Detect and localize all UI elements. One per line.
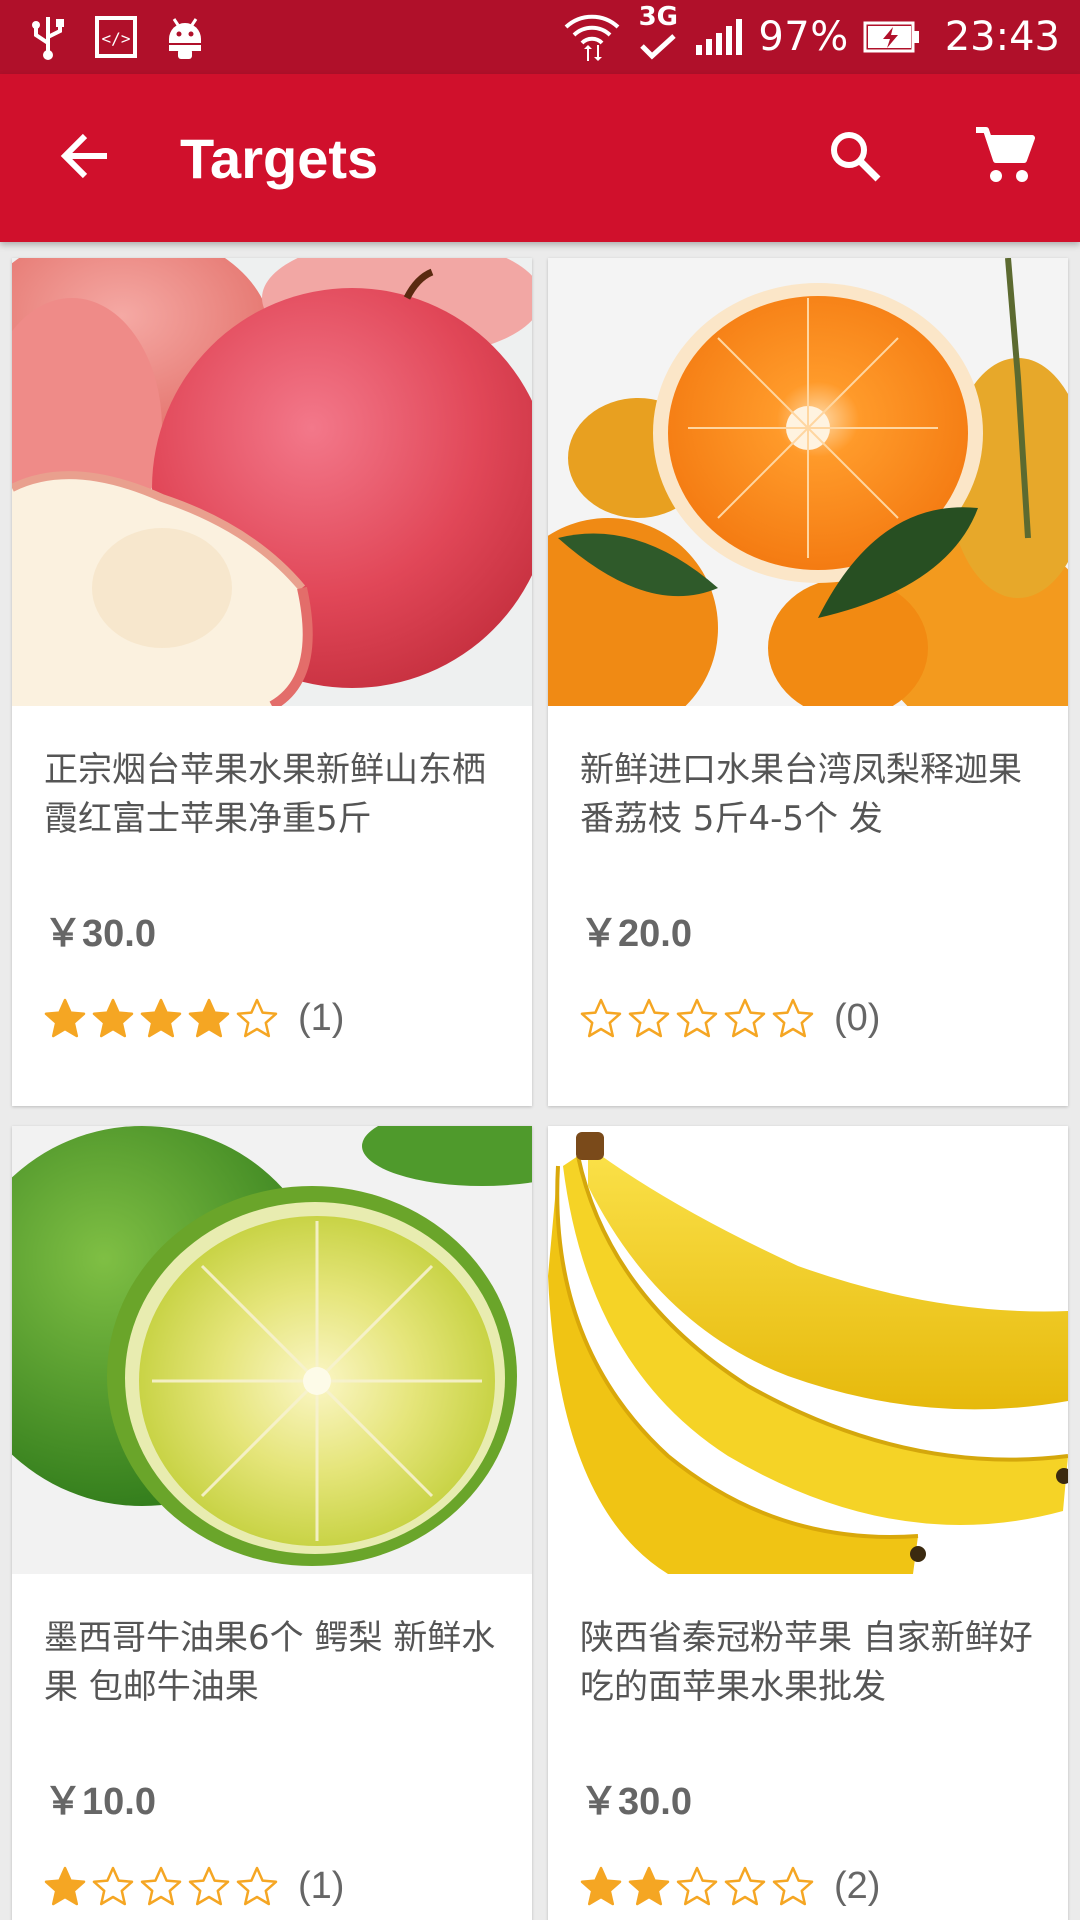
star-rating — [44, 998, 278, 1040]
product-title: 正宗烟台苹果水果新鲜山东栖霞红富士苹果净重5斤 — [44, 750, 486, 839]
star-filled-icon — [92, 998, 134, 1037]
product-grid: 正宗烟台苹果水果新鲜山东栖霞红富士苹果净重5斤 ￥30.0 (1) 新鲜进口水果… — [0, 242, 1080, 1920]
signal-icon — [694, 19, 744, 55]
rating-row: (1) — [44, 997, 532, 1040]
star-rating — [44, 1866, 278, 1908]
star-empty-icon — [628, 998, 670, 1037]
apple-photo — [12, 258, 532, 706]
star-empty-icon — [92, 1866, 134, 1905]
review-count: (2) — [834, 1865, 881, 1907]
status-bar: </> 3G 97% 23:43 — [0, 0, 1080, 74]
product-price: ￥30.0 — [580, 1781, 692, 1823]
star-filled-icon — [44, 1866, 86, 1905]
cart-icon — [974, 126, 1036, 190]
wifi-icon — [562, 9, 622, 65]
svg-text:</>: </> — [102, 29, 131, 48]
review-count: (1) — [298, 997, 345, 1039]
product-card[interactable]: 正宗烟台苹果水果新鲜山东栖霞红富士苹果净重5斤 ￥30.0 (1) — [12, 258, 532, 1106]
search-button[interactable] — [780, 74, 930, 242]
star-empty-icon — [676, 1866, 718, 1905]
page-title: Targets — [180, 126, 379, 190]
rating-row: (2) — [580, 1865, 1068, 1908]
usb-icon — [28, 13, 68, 61]
star-filled-icon — [628, 1866, 670, 1905]
product-title: 新鲜进口水果台湾凤梨释迦果 番荔枝 5斤4-5个 发 — [580, 750, 1022, 839]
star-empty-icon — [724, 1866, 766, 1905]
back-arrow-icon — [59, 132, 111, 184]
product-card[interactable]: 陕西省秦冠粉苹果 自家新鲜好吃的面苹果水果批发 ￥30.0 (2) — [548, 1126, 1068, 1920]
star-empty-icon — [140, 1866, 182, 1905]
app-bar: Targets — [0, 74, 1080, 242]
star-empty-icon — [772, 1866, 814, 1905]
star-filled-icon — [188, 998, 230, 1037]
star-empty-icon — [724, 998, 766, 1037]
product-title: 陕西省秦冠粉苹果 自家新鲜好吃的面苹果水果批发 — [580, 1618, 1033, 1707]
developer-mode-icon: </> — [94, 15, 138, 59]
star-empty-icon — [188, 1866, 230, 1905]
star-rating — [580, 1866, 814, 1908]
banana-photo — [548, 1126, 1068, 1574]
product-price: ￥20.0 — [580, 913, 692, 955]
android-debug-icon — [164, 13, 206, 61]
product-price: ￥10.0 — [44, 1781, 156, 1823]
star-empty-icon — [676, 998, 718, 1037]
star-rating — [580, 998, 814, 1040]
star-empty-icon — [772, 998, 814, 1037]
rating-row: (1) — [44, 1865, 532, 1908]
star-filled-icon — [44, 998, 86, 1037]
battery-percent: 97% — [758, 14, 849, 60]
review-count: (0) — [834, 997, 881, 1039]
back-button[interactable] — [0, 74, 170, 242]
review-count: (1) — [298, 1865, 345, 1907]
product-title: 墨西哥牛油果6个 鳄梨 新鲜水果 包邮牛油果 — [44, 1618, 496, 1707]
product-card[interactable]: 新鲜进口水果台湾凤梨释迦果 番荔枝 5斤4-5个 发 ￥20.0 (0) — [548, 258, 1068, 1106]
star-empty-icon — [236, 1866, 278, 1905]
star-filled-icon — [580, 1866, 622, 1905]
product-card[interactable]: 墨西哥牛油果6个 鳄梨 新鲜水果 包邮牛油果 ￥10.0 (1) — [12, 1126, 532, 1920]
network-3g-icon: 3G — [636, 4, 680, 60]
product-price: ￥30.0 — [44, 913, 156, 955]
star-filled-icon — [140, 998, 182, 1037]
rating-row: (0) — [580, 997, 1068, 1040]
battery-charging-icon — [863, 21, 921, 53]
cart-button[interactable] — [930, 74, 1080, 242]
orange-photo — [548, 258, 1068, 706]
lime-photo — [12, 1126, 532, 1574]
star-empty-icon — [580, 998, 622, 1037]
clock: 23:43 — [944, 14, 1060, 60]
search-icon — [828, 129, 882, 187]
star-empty-icon — [236, 998, 278, 1037]
